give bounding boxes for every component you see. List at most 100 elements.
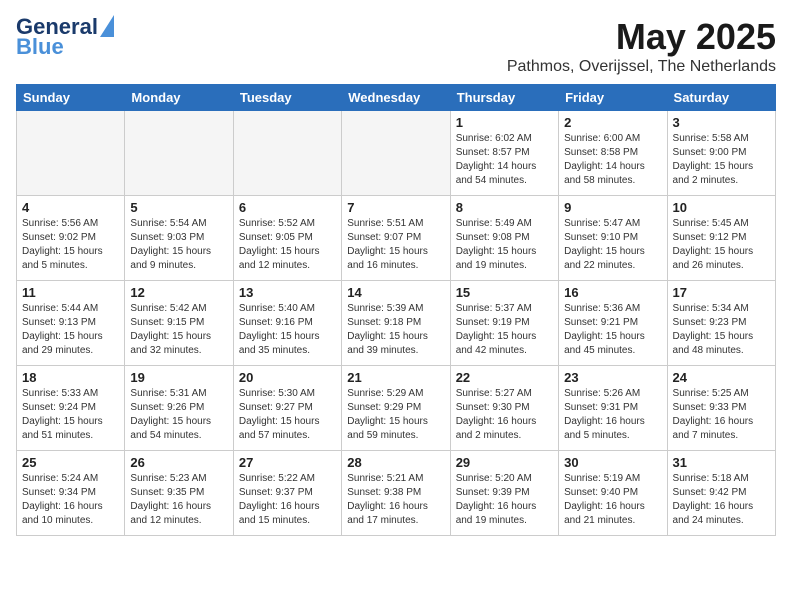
day-number: 19: [130, 370, 227, 385]
calendar-cell: 19Sunrise: 5:31 AM Sunset: 9:26 PM Dayli…: [125, 366, 233, 451]
day-number: 18: [22, 370, 119, 385]
col-header-tuesday: Tuesday: [233, 85, 341, 111]
calendar-cell: 30 Sunrise: 5:19 AM Sunset: 9:40 PM Dayli…: [559, 451, 667, 536]
col-header-sunday: Sunday: [17, 85, 125, 111]
calendar-week-row: 11 Sunrise: 5:44 AM Sunset: 9:13 PM Dayli…: [17, 281, 776, 366]
logo: General Blue: [16, 16, 114, 58]
calendar-cell: 27 Sunrise: 5:22 AM Sunset: 9:37 PM Dayli…: [233, 451, 341, 536]
day-number: 12: [130, 285, 227, 300]
day-info: Sunrise: 5:26 AM Sunset: 9:31 PM Dayligh…: [564, 387, 661, 443]
logo-blue: Blue: [16, 36, 64, 58]
day-number: 13: [239, 285, 336, 300]
day-info: Sunrise: 5:54 AM Sunset: 9:03 PM Dayligh…: [130, 217, 227, 273]
col-header-saturday: Saturday: [667, 85, 775, 111]
day-number: 26: [130, 455, 227, 470]
day-info: Sunrise: 5:29 AM Sunset: 9:29 PM Dayligh…: [347, 387, 444, 443]
day-number: 24: [673, 370, 770, 385]
day-number: 11: [22, 285, 119, 300]
day-info: Sunrise: 5:39 AM Sunset: 9:18 PM Dayligh…: [347, 302, 444, 358]
calendar-cell: 22 Sunrise: 5:27 AM Sunset: 9:30 PM Dayli…: [450, 366, 558, 451]
day-number: 20: [239, 370, 336, 385]
day-info: Sunrise: 5:25 AM Sunset: 9:33 PM Dayligh…: [673, 387, 770, 443]
day-info: Sunrise: 5:51 AM Sunset: 9:07 PM Dayligh…: [347, 217, 444, 273]
day-number: 17: [673, 285, 770, 300]
calendar-cell: 24 Sunrise: 5:25 AM Sunset: 9:33 PM Dayli…: [667, 366, 775, 451]
calendar-cell: 20Sunrise: 5:30 AM Sunset: 9:27 PM Dayli…: [233, 366, 341, 451]
calendar-cell: 29 Sunrise: 5:20 AM Sunset: 9:39 PM Dayli…: [450, 451, 558, 536]
day-info: Sunrise: 5:18 AM Sunset: 9:42 PM Dayligh…: [673, 472, 770, 528]
calendar-cell: 16 Sunrise: 5:36 AM Sunset: 9:21 PM Dayli…: [559, 281, 667, 366]
calendar-week-row: 4 Sunrise: 5:56 AM Sunset: 9:02 PM Daylig…: [17, 196, 776, 281]
day-number: 10: [673, 200, 770, 215]
calendar-cell: 15 Sunrise: 5:37 AM Sunset: 9:19 PM Dayli…: [450, 281, 558, 366]
calendar-cell: 28Sunrise: 5:21 AM Sunset: 9:38 PM Dayli…: [342, 451, 450, 536]
calendar-cell: 17 Sunrise: 5:34 AM Sunset: 9:23 PM Dayli…: [667, 281, 775, 366]
calendar-cell: 23Sunrise: 5:26 AM Sunset: 9:31 PM Dayli…: [559, 366, 667, 451]
calendar-cell: 8 Sunrise: 5:49 AM Sunset: 9:08 PM Daylig…: [450, 196, 558, 281]
day-info: Sunrise: 5:23 AM Sunset: 9:35 PM Dayligh…: [130, 472, 227, 528]
page-header: General Blue May 2025 Pathmos, Overijsse…: [16, 16, 776, 76]
day-number: 16: [564, 285, 661, 300]
day-info: Sunrise: 5:37 AM Sunset: 9:19 PM Dayligh…: [456, 302, 553, 358]
day-number: 8: [456, 200, 553, 215]
calendar-cell: 13Sunrise: 5:40 AM Sunset: 9:16 PM Dayli…: [233, 281, 341, 366]
calendar-week-row: 25 Sunrise: 5:24 AM Sunset: 9:34 PM Dayli…: [17, 451, 776, 536]
calendar-cell: 26 Sunrise: 5:23 AM Sunset: 9:35 PM Dayli…: [125, 451, 233, 536]
day-number: 15: [456, 285, 553, 300]
calendar-cell: [17, 111, 125, 196]
day-info: Sunrise: 6:02 AM Sunset: 8:57 PM Dayligh…: [456, 132, 553, 188]
day-number: 9: [564, 200, 661, 215]
day-number: 22: [456, 370, 553, 385]
calendar-cell: 2 Sunrise: 6:00 AM Sunset: 8:58 PM Daylig…: [559, 111, 667, 196]
day-info: Sunrise: 5:56 AM Sunset: 9:02 PM Dayligh…: [22, 217, 119, 273]
day-number: 6: [239, 200, 336, 215]
calendar-cell: 4 Sunrise: 5:56 AM Sunset: 9:02 PM Daylig…: [17, 196, 125, 281]
calendar-cell: 14Sunrise: 5:39 AM Sunset: 9:18 PM Dayli…: [342, 281, 450, 366]
day-number: 1: [456, 115, 553, 130]
day-info: Sunrise: 5:19 AM Sunset: 9:40 PM Dayligh…: [564, 472, 661, 528]
day-info: Sunrise: 5:44 AM Sunset: 9:13 PM Dayligh…: [22, 302, 119, 358]
title-block: May 2025 Pathmos, Overijssel, The Nether…: [507, 16, 776, 76]
calendar-cell: 6 Sunrise: 5:52 AM Sunset: 9:05 PM Daylig…: [233, 196, 341, 281]
col-header-friday: Friday: [559, 85, 667, 111]
col-header-wednesday: Wednesday: [342, 85, 450, 111]
day-number: 31: [673, 455, 770, 470]
day-number: 2: [564, 115, 661, 130]
calendar-cell: [125, 111, 233, 196]
calendar-cell: [233, 111, 341, 196]
day-info: Sunrise: 5:47 AM Sunset: 9:10 PM Dayligh…: [564, 217, 661, 273]
day-info: Sunrise: 5:36 AM Sunset: 9:21 PM Dayligh…: [564, 302, 661, 358]
day-info: Sunrise: 5:22 AM Sunset: 9:37 PM Dayligh…: [239, 472, 336, 528]
calendar-cell: 9 Sunrise: 5:47 AM Sunset: 9:10 PM Daylig…: [559, 196, 667, 281]
calendar-cell: 11 Sunrise: 5:44 AM Sunset: 9:13 PM Dayli…: [17, 281, 125, 366]
calendar-table: SundayMondayTuesdayWednesdayThursdayFrid…: [16, 84, 776, 536]
calendar-cell: 1 Sunrise: 6:02 AM Sunset: 8:57 PM Daylig…: [450, 111, 558, 196]
day-info: Sunrise: 5:52 AM Sunset: 9:05 PM Dayligh…: [239, 217, 336, 273]
day-info: Sunrise: 5:34 AM Sunset: 9:23 PM Dayligh…: [673, 302, 770, 358]
day-info: Sunrise: 5:45 AM Sunset: 9:12 PM Dayligh…: [673, 217, 770, 273]
day-info: Sunrise: 5:58 AM Sunset: 9:00 PM Dayligh…: [673, 132, 770, 188]
day-number: 29: [456, 455, 553, 470]
col-header-thursday: Thursday: [450, 85, 558, 111]
day-info: Sunrise: 6:00 AM Sunset: 8:58 PM Dayligh…: [564, 132, 661, 188]
day-info: Sunrise: 5:20 AM Sunset: 9:39 PM Dayligh…: [456, 472, 553, 528]
month-title: May 2025: [507, 16, 776, 58]
day-number: 25: [22, 455, 119, 470]
col-header-monday: Monday: [125, 85, 233, 111]
day-number: 7: [347, 200, 444, 215]
day-number: 27: [239, 455, 336, 470]
calendar-cell: 21 Sunrise: 5:29 AM Sunset: 9:29 PM Dayli…: [342, 366, 450, 451]
day-number: 3: [673, 115, 770, 130]
day-info: Sunrise: 5:21 AM Sunset: 9:38 PM Dayligh…: [347, 472, 444, 528]
calendar-cell: 31 Sunrise: 5:18 AM Sunset: 9:42 PM Dayli…: [667, 451, 775, 536]
day-info: Sunrise: 5:27 AM Sunset: 9:30 PM Dayligh…: [456, 387, 553, 443]
calendar-cell: 5Sunrise: 5:54 AM Sunset: 9:03 PM Daylig…: [125, 196, 233, 281]
calendar-cell: 3 Sunrise: 5:58 AM Sunset: 9:00 PM Daylig…: [667, 111, 775, 196]
calendar-cell: 12Sunrise: 5:42 AM Sunset: 9:15 PM Dayli…: [125, 281, 233, 366]
day-info: Sunrise: 5:24 AM Sunset: 9:34 PM Dayligh…: [22, 472, 119, 528]
day-info: Sunrise: 5:49 AM Sunset: 9:08 PM Dayligh…: [456, 217, 553, 273]
calendar-header-row: SundayMondayTuesdayWednesdayThursdayFrid…: [17, 85, 776, 111]
day-number: 21: [347, 370, 444, 385]
day-number: 30: [564, 455, 661, 470]
day-number: 4: [22, 200, 119, 215]
